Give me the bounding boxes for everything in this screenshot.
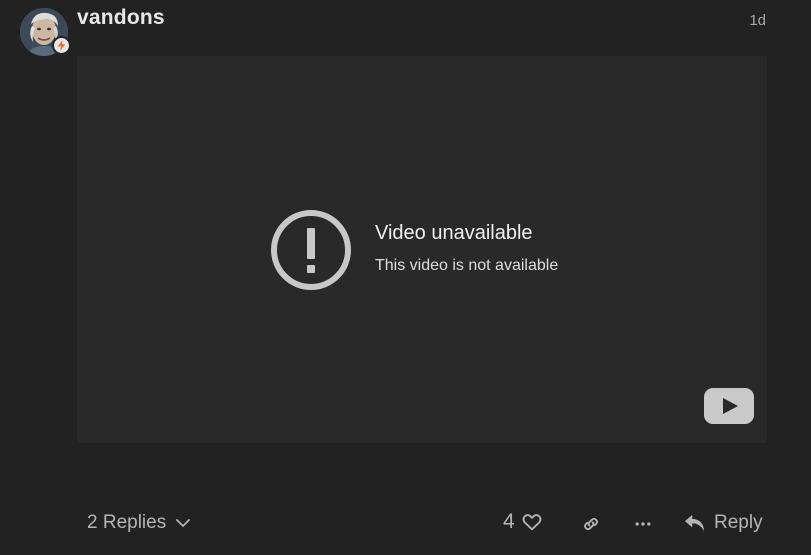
reply-button[interactable]: Reply (684, 512, 763, 534)
post-username[interactable]: vandons (77, 6, 165, 30)
like-button[interactable]: 4 (503, 510, 543, 534)
lightning-icon (57, 40, 66, 51)
video-error-subtitle: This video is not available (375, 256, 559, 274)
like-count: 4 (503, 510, 515, 533)
youtube-play-icon[interactable] (704, 388, 754, 424)
warning-circle-icon (271, 210, 351, 290)
reply-label: Reply (714, 512, 763, 533)
post-date[interactable]: 1d (749, 12, 766, 29)
replies-toggle[interactable]: 2 Replies (87, 512, 192, 534)
copy-link-button[interactable] (579, 513, 603, 535)
video-error-message: Video unavailable This video is not avai… (270, 209, 558, 291)
ellipsis-icon (635, 522, 651, 526)
flair-badge (52, 36, 71, 55)
video-embed[interactable]: Video unavailable This video is not avai… (77, 56, 767, 443)
reply-arrow-icon (685, 514, 705, 532)
replies-label: 2 Replies (87, 512, 167, 533)
more-options-button[interactable] (631, 513, 655, 535)
post-actions: 2 Replies 4 Reply (0, 505, 811, 545)
chevron-down-icon (176, 519, 191, 528)
link-icon (584, 517, 598, 531)
heart-icon (522, 514, 542, 531)
forum-post: vandons 1d Video unavailable This video … (0, 0, 811, 555)
video-error-title: Video unavailable (375, 221, 533, 244)
